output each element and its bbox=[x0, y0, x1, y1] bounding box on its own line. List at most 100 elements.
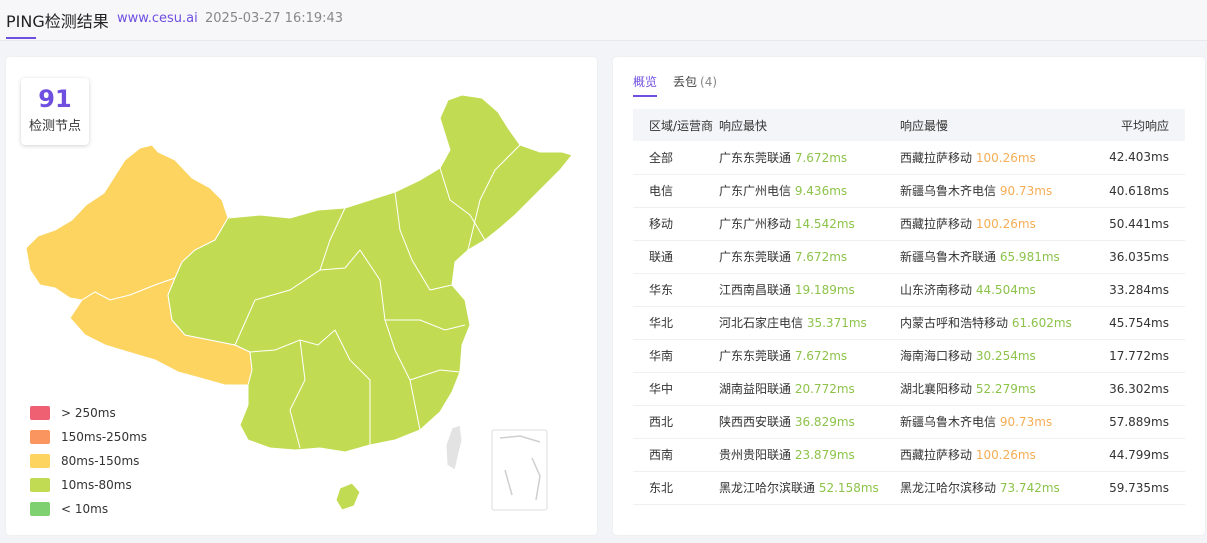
cell-region: 西北 bbox=[633, 405, 719, 439]
cell-region: 移动 bbox=[633, 207, 719, 241]
fastest-node: 广东东莞联通 bbox=[719, 349, 792, 363]
slowest-node: 山东济南移动 bbox=[900, 283, 973, 297]
cell-fastest: 江西南昌联通 19.189ms bbox=[719, 273, 900, 307]
tab-packet-loss-label: 丢包 bbox=[673, 75, 698, 89]
legend-item[interactable]: < 10ms bbox=[30, 497, 147, 521]
cell-fastest: 湖南益阳联通 20.772ms bbox=[719, 372, 900, 406]
legend-item[interactable]: 80ms-150ms bbox=[30, 449, 147, 473]
map-legend: > 250ms 150ms-250ms 80ms-150ms 10ms-80ms… bbox=[30, 401, 147, 521]
table-row: 华北 河北石家庄电信 35.371ms 内蒙古呼和浩特移动 61.602ms 45.7… bbox=[633, 306, 1185, 340]
slowest-ms: 100.26ms bbox=[975, 217, 1036, 231]
cell-fastest: 贵州贵阳联通 23.879ms bbox=[719, 438, 900, 472]
legend-label: 150ms-250ms bbox=[61, 430, 148, 444]
cell-region: 联通 bbox=[633, 240, 719, 274]
cell-fastest: 广东东莞联通 7.672ms bbox=[719, 141, 900, 175]
south-sea-islands bbox=[499, 435, 541, 501]
slowest-node: 湖北襄阳移动 bbox=[900, 382, 973, 396]
legend-swatch bbox=[30, 430, 50, 444]
fastest-node: 广东广州移动 bbox=[719, 217, 792, 231]
table-row: 西南 贵州贵阳联通 23.879ms 西藏拉萨移动 100.26ms 44.799ms bbox=[633, 438, 1185, 472]
slowest-node: 黑龙江哈尔滨移动 bbox=[900, 481, 997, 495]
fastest-node: 湖南益阳联通 bbox=[719, 382, 792, 396]
legend-label: > 250ms bbox=[61, 406, 116, 420]
cell-slowest: 西藏拉萨移动 100.26ms bbox=[900, 207, 1094, 241]
slowest-node: 新疆乌鲁木齐联通 bbox=[900, 250, 997, 264]
fastest-node: 河北石家庄电信 bbox=[719, 316, 804, 330]
cell-region: 华北 bbox=[633, 306, 719, 340]
table-row: 华东 江西南昌联通 19.189ms 山东济南移动 44.504ms 33.284ms bbox=[633, 273, 1185, 307]
cell-average: 42.403ms bbox=[1094, 141, 1185, 175]
cell-region: 华东 bbox=[633, 273, 719, 307]
tab-packet-loss[interactable]: 丢包 (4) bbox=[673, 73, 717, 90]
slowest-ms: 100.26ms bbox=[975, 448, 1036, 462]
cell-average: 33.284ms bbox=[1094, 273, 1185, 307]
slowest-ms: 90.73ms bbox=[999, 415, 1053, 429]
cell-slowest: 黑龙江哈尔滨移动 73.742ms bbox=[900, 471, 1094, 505]
legend-label: 80ms-150ms bbox=[61, 454, 140, 468]
active-tab-indicator bbox=[633, 95, 657, 97]
slowest-ms: 90.73ms bbox=[999, 184, 1053, 198]
cell-slowest: 山东济南移动 44.504ms bbox=[900, 273, 1094, 307]
fastest-node: 广东东莞联通 bbox=[719, 250, 792, 264]
cell-fastest: 陕西西安联通 36.829ms bbox=[719, 405, 900, 439]
legend-swatch bbox=[30, 406, 50, 420]
slowest-node: 海南海口移动 bbox=[900, 349, 973, 363]
cell-average: 59.735ms bbox=[1094, 471, 1185, 505]
slowest-ms: 73.742ms bbox=[999, 481, 1060, 495]
tab-overview-label: 概览 bbox=[633, 75, 658, 89]
fastest-node: 广东广州电信 bbox=[719, 184, 792, 198]
cell-region: 东北 bbox=[633, 471, 719, 505]
fastest-ms: 20.772ms bbox=[794, 382, 855, 396]
cell-slowest: 新疆乌鲁木齐联通 65.981ms bbox=[900, 240, 1094, 274]
map-region-hainan[interactable] bbox=[335, 482, 361, 511]
fastest-node: 江西南昌联通 bbox=[719, 283, 792, 297]
slowest-node: 西藏拉萨移动 bbox=[900, 448, 973, 462]
cell-slowest: 西藏拉萨移动 100.26ms bbox=[900, 438, 1094, 472]
table-row: 华南 广东东莞联通 7.672ms 海南海口移动 30.254ms 17.772ms bbox=[633, 339, 1185, 373]
fastest-ms: 7.672ms bbox=[794, 250, 848, 264]
fastest-ms: 9.436ms bbox=[794, 184, 848, 198]
cell-fastest: 广东东莞联通 7.672ms bbox=[719, 339, 900, 373]
cell-fastest: 广东广州移动 14.542ms bbox=[719, 207, 900, 241]
table-row: 全部 广东东莞联通 7.672ms 西藏拉萨移动 100.26ms 42.403ms bbox=[633, 141, 1185, 175]
cell-slowest: 西藏拉萨移动 100.26ms bbox=[900, 141, 1094, 175]
slowest-node: 新疆乌鲁木齐电信 bbox=[900, 415, 997, 429]
cell-region: 西南 bbox=[633, 438, 719, 472]
fastest-ms: 7.672ms bbox=[794, 150, 848, 165]
fastest-node: 广东东莞联通 bbox=[719, 150, 792, 165]
slowest-ms: 61.602ms bbox=[1011, 316, 1072, 330]
table-row: 联通 广东东莞联通 7.672ms 新疆乌鲁木齐联通 65.981ms 36.035m… bbox=[633, 240, 1185, 274]
table-body: 全部 广东东莞联通 7.672ms 西藏拉萨移动 100.26ms 42.403ms 电… bbox=[633, 141, 1185, 505]
table-row: 华中 湖南益阳联通 20.772ms 湖北襄阳移动 52.279ms 36.302ms bbox=[633, 372, 1185, 406]
table-row: 电信 广东广州电信 9.436ms 新疆乌鲁木齐电信 90.73ms 40.618ms bbox=[633, 174, 1185, 208]
cell-slowest: 海南海口移动 30.254ms bbox=[900, 339, 1094, 373]
legend-label: 10ms-80ms bbox=[61, 478, 132, 492]
legend-item[interactable]: 10ms-80ms bbox=[30, 473, 147, 497]
node-count-label: 检测节点 bbox=[28, 119, 81, 134]
table-row: 西北 陕西西安联通 36.829ms 新疆乌鲁木齐电信 90.73ms 57.889m… bbox=[633, 405, 1185, 439]
fastest-node: 陕西西安联通 bbox=[719, 415, 792, 429]
results-table: 区域/运营商 响应最快 响应最慢 平均响应 全部 广东东莞联通 7.672ms 西藏… bbox=[633, 109, 1185, 505]
table-row: 东北 黑龙江哈尔滨联通 52.158ms 黑龙江哈尔滨移动 73.742ms 59.7… bbox=[633, 471, 1185, 505]
slowest-ms: 65.981ms bbox=[999, 250, 1060, 264]
cell-average: 17.772ms bbox=[1094, 339, 1185, 373]
table-row: 移动 广东广州移动 14.542ms 西藏拉萨移动 100.26ms 50.441ms bbox=[633, 207, 1185, 241]
fastest-node: 贵州贵阳联通 bbox=[719, 448, 792, 462]
legend-item[interactable]: 150ms-250ms bbox=[30, 425, 147, 449]
cell-average: 40.618ms bbox=[1094, 174, 1185, 208]
cell-region: 全部 bbox=[633, 141, 719, 175]
cell-slowest: 湖北襄阳移动 52.279ms bbox=[900, 372, 1094, 406]
legend-item[interactable]: > 250ms bbox=[30, 401, 147, 425]
col-header-slowest: 响应最慢 bbox=[900, 109, 1094, 141]
fastest-ms: 35.371ms bbox=[806, 316, 867, 330]
map-region-taiwan[interactable] bbox=[445, 424, 463, 471]
legend-label: < 10ms bbox=[61, 502, 109, 516]
cell-average: 50.441ms bbox=[1094, 207, 1185, 241]
node-count-card: 91 检测节点 bbox=[21, 78, 89, 145]
cell-average: 36.035ms bbox=[1094, 240, 1185, 274]
slowest-ms: 30.254ms bbox=[975, 349, 1036, 363]
tab-packet-loss-count: (4) bbox=[700, 75, 718, 89]
slowest-node: 内蒙古呼和浩特移动 bbox=[900, 316, 1009, 330]
tab-overview[interactable]: 概览 bbox=[633, 73, 657, 90]
cell-slowest: 内蒙古呼和浩特移动 61.602ms bbox=[900, 306, 1094, 340]
